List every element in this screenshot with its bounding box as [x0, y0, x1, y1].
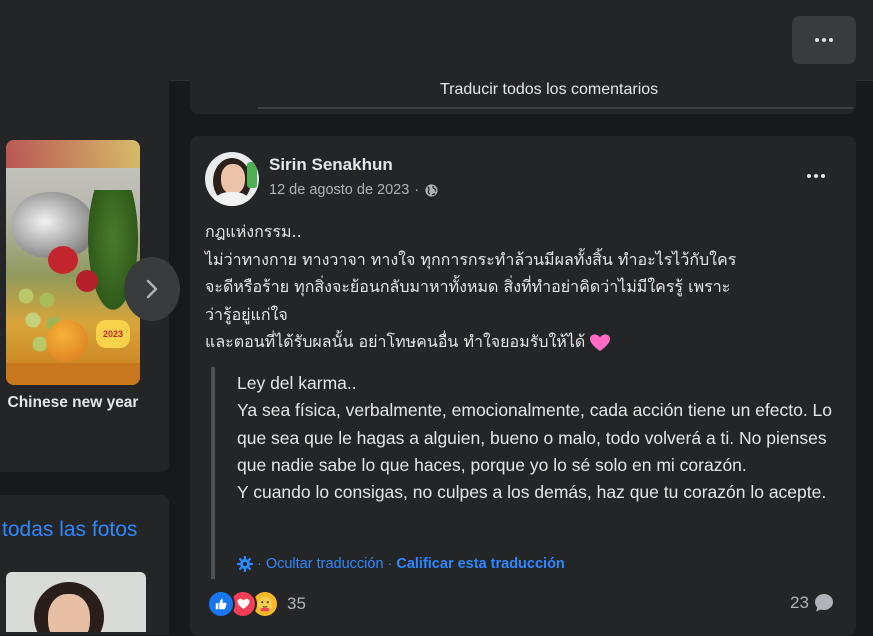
post-meta: 12 de agosto de 2023 ·	[269, 182, 439, 198]
thumbnail-bottom-band	[6, 363, 140, 385]
see-all-photos-link[interactable]: todas las fotos	[2, 518, 137, 542]
thumbnail-apple	[48, 246, 78, 274]
link-separator: ·	[387, 556, 393, 572]
post-line: และตอนที่ได้รับผลนั้น อย่าโทษคนอื่น ทำใจ…	[205, 332, 586, 351]
post-original-text: กฎแห่งกรรม.. ไม่ว่าทางกาย ทางวาจา ทางใจ …	[205, 218, 840, 356]
comment-count-value: 23	[790, 593, 809, 612]
link-separator: ·	[257, 556, 262, 572]
thumbnail-banner	[6, 140, 140, 168]
hide-translation-link[interactable]: Ocultar traducción	[266, 556, 384, 572]
author-name[interactable]: Sirin Senakhun	[269, 155, 393, 175]
post-more-button[interactable]	[800, 162, 832, 190]
comment-count[interactable]: 23	[790, 592, 835, 614]
like-icon	[207, 590, 235, 618]
translate-all-comments-button[interactable]: Traducir todos los comentarios	[440, 81, 658, 99]
post-line-last: และตอนที่ได้รับผลนั้น อย่าโทษคนอื่น ทำใจ…	[205, 328, 840, 356]
header-more-button[interactable]	[792, 16, 856, 64]
translation-paragraph: Ley del karma..	[237, 373, 357, 393]
album-thumbnail[interactable]: 2023	[6, 140, 140, 385]
meta-separator: ·	[414, 182, 420, 198]
comment-bubble-icon	[814, 594, 833, 612]
more-horizontal-icon	[807, 174, 811, 178]
translation-paragraph: Y cuando lo consigas, no culpes a los de…	[237, 482, 827, 503]
translation-links: · Ocultar traducción · Calificar esta tr…	[237, 556, 565, 572]
care-face-glyph	[257, 596, 273, 612]
avatar-background-accent	[247, 162, 257, 188]
post-line: ไม่ว่าทางกาย ทางวาจา ทางใจ ทุกการกระทำล้…	[205, 249, 737, 269]
post-line: จะดีหรือร้าย ทุกสิ่งจะย้อนกลับมาหาทั้งหม…	[205, 277, 731, 296]
author-avatar[interactable]	[205, 152, 259, 206]
thumbnail-orange	[46, 320, 88, 362]
more-dot	[822, 38, 826, 42]
more-dot	[821, 174, 825, 178]
top-header	[0, 0, 873, 81]
chevron-right-icon	[146, 279, 158, 299]
post-line: ว่ารู้อยู่แก่ใจ	[205, 304, 288, 324]
album-caption[interactable]: Chinese new year	[6, 392, 140, 414]
pink-heart-emoji	[590, 333, 611, 351]
post-date[interactable]: 12 de agosto de 2023	[269, 182, 409, 198]
avatar-face	[221, 164, 245, 194]
post-line: กฎแห่งกรรม..	[205, 222, 302, 241]
gear-icon[interactable]	[237, 556, 253, 572]
thumbnail-sticker: 2023	[96, 320, 130, 348]
reactions-summary[interactable]: 35	[207, 590, 306, 618]
rate-translation-link[interactable]: Calificar esta traducción	[396, 556, 564, 572]
heart-glyph	[237, 598, 249, 609]
next-album-button[interactable]	[124, 257, 180, 321]
photo-thumbnail[interactable]	[6, 572, 146, 632]
thumbs-up-glyph	[215, 598, 227, 610]
reaction-count[interactable]: 35	[287, 594, 306, 614]
more-horizontal-icon	[815, 38, 819, 42]
translation-paragraph: Ya sea física, verbalmente, emocionalmen…	[237, 400, 833, 475]
globe-icon[interactable]	[424, 183, 439, 198]
more-dot	[829, 38, 833, 42]
photo-face	[48, 594, 90, 632]
divider	[258, 107, 853, 109]
translation-text: Ley del karma.. Ya sea física, verbalmen…	[237, 370, 837, 506]
more-dot	[814, 174, 818, 178]
